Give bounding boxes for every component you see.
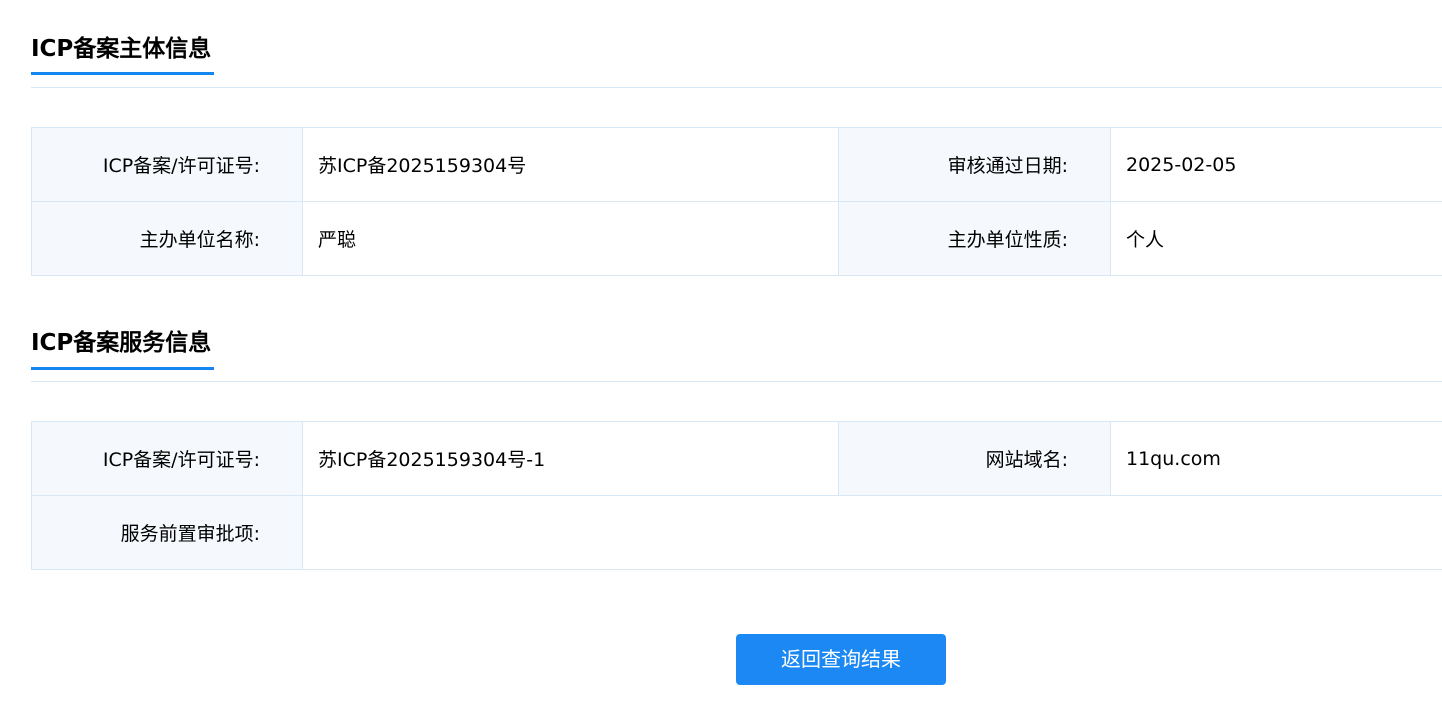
table-row: ICP备案/许可证号: 苏ICP备2025159304号-1 网站域名: 11q… (31, 421, 1442, 496)
service-info-table: ICP备案/许可证号: 苏ICP备2025159304号-1 网站域名: 11q… (31, 421, 1442, 570)
subject-section-title: ICP备案主体信息 (31, 36, 212, 62)
organizer-nature-label: 主办单位性质: (838, 201, 1111, 276)
organizer-nature-value: 个人 (1110, 201, 1442, 276)
subject-info-table: ICP备案/许可证号: 苏ICP备2025159304号 审核通过日期: 202… (31, 127, 1442, 276)
subject-section-underline (31, 72, 214, 75)
website-domain-value: 11qu.com (1110, 421, 1442, 496)
license-number-value: 苏ICP备2025159304号 (302, 127, 839, 202)
table-row: 服务前置审批项: (31, 495, 1442, 570)
service-section-header: ICP备案服务信息 (31, 300, 1442, 382)
pre-approval-items-label: 服务前置审批项: (31, 495, 303, 570)
service-section-title: ICP备案服务信息 (31, 330, 212, 356)
service-section-underline (31, 367, 214, 370)
subject-section-header: ICP备案主体信息 (31, 0, 1442, 88)
table-row: 主办单位名称: 严聪 主办单位性质: 个人 (31, 201, 1442, 276)
service-license-number-label: ICP备案/许可证号: (31, 421, 303, 496)
license-number-label: ICP备案/许可证号: (31, 127, 303, 202)
organizer-name-label: 主办单位名称: (31, 201, 303, 276)
website-domain-label: 网站域名: (838, 421, 1111, 496)
approval-date-value: 2025-02-05 (1110, 127, 1442, 202)
icp-record-detail-page: ICP备案主体信息 ICP备案/许可证号: 苏ICP备2025159304号 审… (0, 0, 1442, 715)
table-row: ICP备案/许可证号: 苏ICP备2025159304号 审核通过日期: 202… (31, 127, 1442, 202)
approval-date-label: 审核通过日期: (838, 127, 1111, 202)
pre-approval-items-value (302, 495, 1442, 570)
service-license-number-value: 苏ICP备2025159304号-1 (302, 421, 839, 496)
organizer-name-value: 严聪 (302, 201, 839, 276)
return-to-results-button[interactable]: 返回查询结果 (736, 634, 946, 685)
